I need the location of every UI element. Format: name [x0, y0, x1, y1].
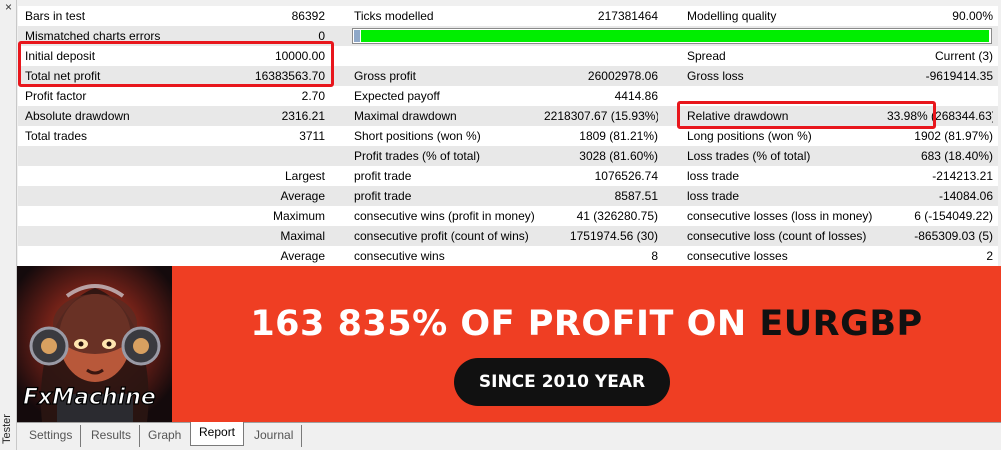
label-spread: Spread [687, 49, 726, 63]
table-row: Largest profit trade 1076526.74 loss tra… [18, 166, 998, 186]
tab-journal[interactable]: Journal [246, 425, 303, 447]
label-largest-profit-trade: profit trade [354, 169, 412, 183]
value-average-loss-trade: -14084.06 [938, 189, 993, 203]
tab-report[interactable]: Report [190, 422, 245, 446]
label-absolute-drawdown: Absolute drawdown [25, 109, 130, 123]
modelling-quality-bar [352, 28, 992, 44]
table-row: Maximum consecutive wins (profit in mone… [18, 206, 998, 226]
value-gross-loss: -9619414.35 [925, 69, 993, 83]
table-row: Mismatched charts errors 0 [18, 26, 998, 46]
value-absolute-drawdown: 2316.21 [281, 109, 325, 123]
table-row: Absolute drawdown 2316.21 Maximal drawdo… [18, 106, 998, 126]
label-ticks-modelled: Ticks modelled [354, 9, 434, 23]
label-max-consecutive-losses: consecutive losses (loss in money) [687, 209, 873, 223]
table-row: Initial deposit 10000.00 Spread Current … [18, 46, 998, 66]
label-largest: Largest [284, 169, 325, 183]
value-average-consecutive-losses: 2 [986, 249, 993, 263]
label-initial-deposit: Initial deposit [25, 49, 96, 63]
label-maximal-consecutive-loss: consecutive loss (count of losses) [687, 229, 867, 243]
value-profit-trades: 3028 (81.60%) [579, 149, 658, 163]
table-row: Average consecutive wins 8 consecutive l… [18, 246, 998, 266]
label-relative-drawdown: Relative drawdown [687, 109, 789, 123]
label-profit-trades: Profit trades (% of total) [354, 149, 481, 163]
value-average-consecutive-wins: 8 [651, 249, 658, 263]
robot-portrait-image: FxMachine [17, 266, 172, 422]
promo-banner[interactable]: FxMachine 163 835% OF PROFIT ON EURGBP S… [17, 266, 1001, 422]
value-average-profit-trade: 8587.51 [614, 189, 658, 203]
label-average-loss-trade: loss trade [687, 189, 740, 203]
tester-label: Tester [1, 414, 13, 444]
tester-side-strip: × Tester [0, 0, 17, 450]
value-initial-deposit: 10000.00 [274, 49, 325, 63]
value-modelling-quality: 90.00% [952, 9, 993, 23]
label-modelling-quality: Modelling quality [687, 9, 777, 23]
table-row: Profit trades (% of total) 3028 (81.60%)… [18, 146, 998, 166]
table-row: Maximal consecutive profit (count of win… [18, 226, 998, 246]
label-loss-trades: Loss trades (% of total) [687, 149, 811, 163]
value-max-consecutive-losses: 6 (-154049.22) [914, 209, 993, 223]
label-maximum: Maximum [272, 209, 325, 223]
label-average: Average [280, 189, 325, 203]
since-2010-pill[interactable]: SINCE 2010 YEAR [454, 358, 670, 406]
label-maximal-consecutive-profit: consecutive profit (count of wins) [354, 229, 529, 243]
value-mismatched-errors: 0 [318, 29, 325, 43]
banner-headline-main: 163 835% OF PROFIT ON [250, 304, 760, 344]
label-mismatched-errors: Mismatched charts errors [25, 29, 161, 43]
tester-tab-bar: Settings Results Graph Report Journal [17, 422, 1001, 450]
label-long-positions: Long positions (won %) [687, 129, 812, 143]
value-ticks-modelled: 217381464 [597, 9, 658, 23]
fxmachine-logo: FxMachine [22, 384, 156, 410]
value-total-net-profit: 16383563.70 [254, 69, 325, 83]
banner-headline: 163 835% OF PROFIT ON EURGBP [172, 304, 1001, 344]
table-row: Total trades 3711 Short positions (won %… [18, 126, 998, 146]
value-relative-drawdown: 33.98% (268344.63) [887, 109, 993, 123]
table-row: Total net profit 16383563.70 Gross profi… [18, 66, 998, 86]
label-expected-payoff: Expected payoff [354, 89, 440, 103]
value-long-positions: 1902 (81.97%) [914, 129, 993, 143]
label-maximal-drawdown: Maximal drawdown [354, 109, 457, 123]
label-average-consecutive-losses: consecutive losses [687, 249, 788, 263]
label-profit-factor: Profit factor [25, 89, 87, 103]
close-icon[interactable]: × [2, 0, 15, 14]
value-maximal-consecutive-profit: 1751974.56 (30) [569, 229, 658, 243]
label-gross-loss: Gross loss [687, 69, 744, 83]
value-max-consecutive-wins: 41 (326280.75) [576, 209, 658, 223]
value-largest-loss-trade: -214213.21 [932, 169, 993, 183]
tab-graph[interactable]: Graph [140, 425, 189, 447]
table-row: Bars in test 86392 Ticks modelled 217381… [18, 6, 998, 26]
value-maximal-drawdown: 2218307.67 (15.93%) [544, 109, 658, 123]
value-expected-payoff: 4414.86 [614, 89, 658, 103]
report-table: Bars in test 86392 Ticks modelled 217381… [18, 6, 998, 266]
table-row: Average profit trade 8587.51 loss trade … [18, 186, 998, 206]
value-short-positions: 1809 (81.21%) [579, 129, 658, 143]
label-average-consecutive: Average [280, 249, 325, 263]
label-total-net-profit: Total net profit [25, 69, 101, 83]
value-profit-factor: 2.70 [301, 89, 325, 103]
modelling-quality-bar-start [354, 30, 360, 42]
tab-results[interactable]: Results [83, 425, 141, 447]
value-largest-profit-trade: 1076526.74 [594, 169, 658, 183]
label-bars-in-test: Bars in test [25, 9, 86, 23]
label-max-consecutive-wins: consecutive wins (profit in money) [354, 209, 535, 223]
label-average-profit-trade: profit trade [354, 189, 412, 203]
value-maximal-consecutive-loss: -865309.03 (5) [914, 229, 993, 243]
value-bars-in-test: 86392 [291, 9, 325, 23]
value-gross-profit: 26002978.06 [587, 69, 658, 83]
tab-settings[interactable]: Settings [21, 425, 82, 447]
label-average-consecutive-wins: consecutive wins [354, 249, 445, 263]
value-total-trades: 3711 [299, 129, 325, 143]
table-row: Profit factor 2.70 Expected payoff 4414.… [18, 86, 998, 106]
label-total-trades: Total trades [25, 129, 88, 143]
label-short-positions: Short positions (won %) [354, 129, 481, 143]
label-gross-profit: Gross profit [354, 69, 417, 83]
modelling-quality-fill [361, 30, 989, 42]
fxmachine-logo-text: FxMachine [23, 385, 156, 410]
label-maximal: Maximal [280, 229, 325, 243]
banner-headline-accent: EURGBP [759, 304, 923, 344]
label-largest-loss-trade: loss trade [687, 169, 740, 183]
value-loss-trades: 683 (18.40%) [920, 149, 993, 163]
value-spread: Current (3) [934, 49, 993, 63]
